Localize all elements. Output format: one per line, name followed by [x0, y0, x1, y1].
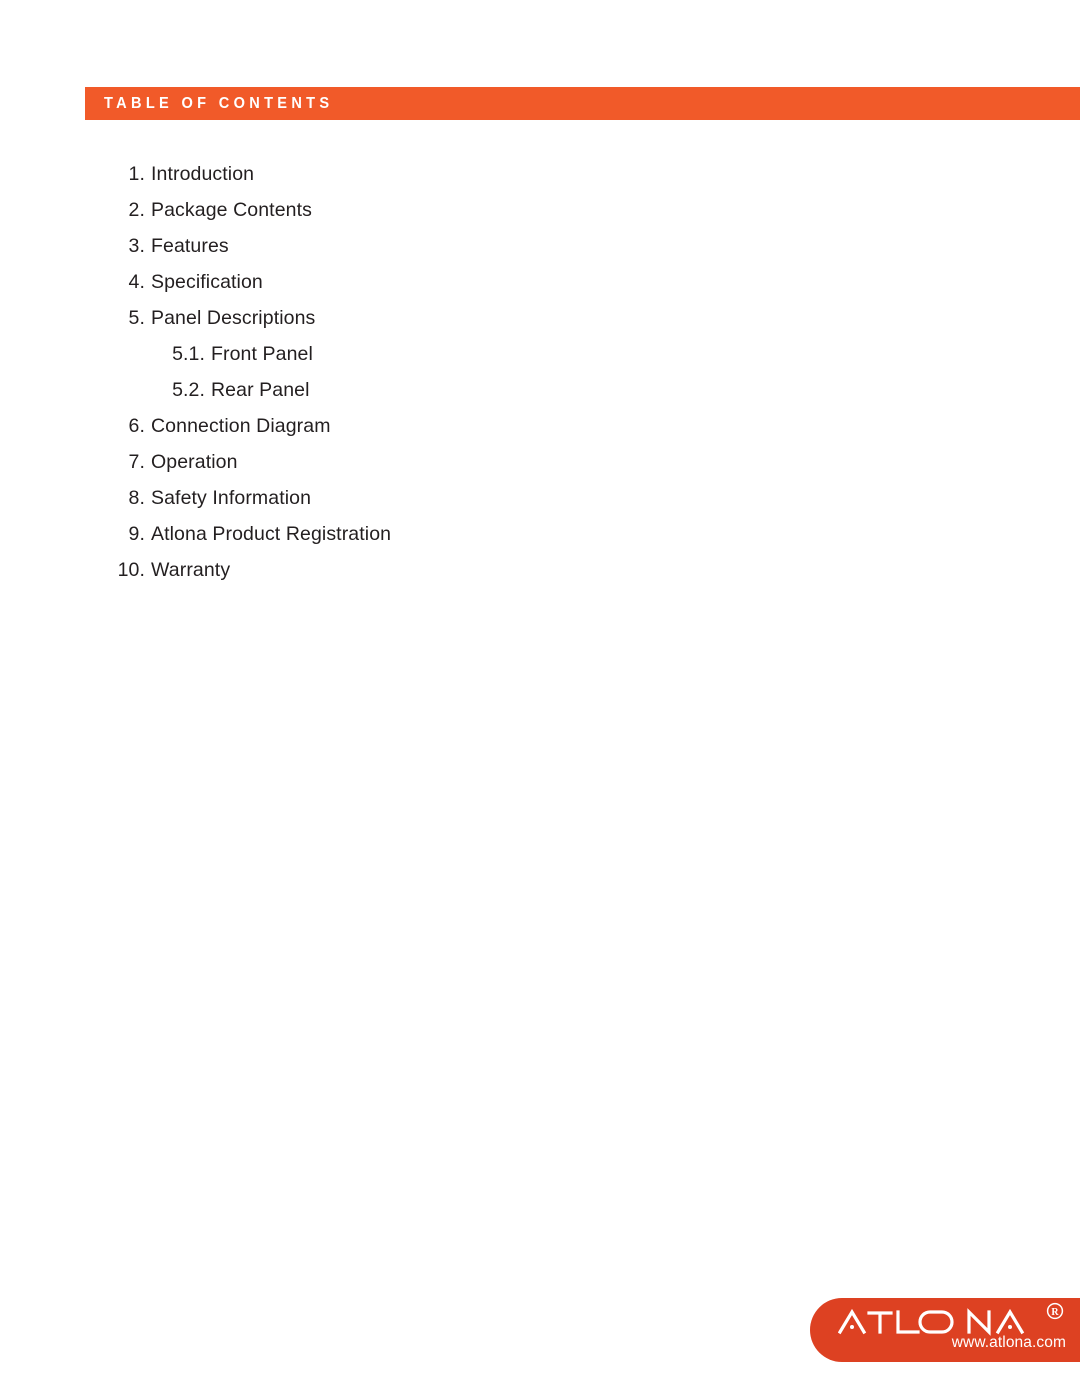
- toc-leader-area: ........................................…: [311, 468, 1080, 504]
- toc-entry-number: 9.: [128, 523, 145, 545]
- website-url: www.atlona.com: [951, 1334, 1066, 1351]
- toc-leader-area: ........................................…: [391, 504, 1080, 540]
- toc-dot-leader: ........................................…: [943, 367, 1080, 368]
- toc-entry-number: 3.: [128, 235, 145, 257]
- toc-entry-label: Specification: [151, 271, 263, 293]
- toc-entry[interactable]: 1. Introduction..........................…: [0, 144, 1080, 185]
- toc-entry-label: Features: [151, 235, 229, 257]
- toc-entry-number: 2.: [128, 199, 145, 221]
- toc-entry-label: Warranty: [151, 559, 231, 581]
- table-of-contents-list: 1. Introduction..........................…: [0, 144, 1080, 581]
- toc-entry-label: Operation: [151, 451, 238, 473]
- page-title: TABLE OF CONTENTS: [104, 94, 334, 112]
- toc-leader-area: ........................................…: [315, 288, 1080, 324]
- toc-entry-label: Introduction: [151, 163, 255, 185]
- toc-leader-area: ........................................…: [238, 432, 1080, 468]
- registered-trademark-icon: R: [1046, 1302, 1064, 1320]
- toc-dot-leader: ........................................…: [964, 403, 1080, 404]
- toc-dot-leader: ........................................…: [944, 475, 1080, 476]
- toc-leader-area: ........................................…: [254, 144, 1080, 180]
- toc-dot-leader: ........................................…: [1024, 511, 1080, 512]
- toc-entry-number: 5.: [128, 307, 145, 329]
- atlona-wordmark-icon: [837, 1306, 1050, 1336]
- toc-dot-leader: ........................................…: [896, 259, 1080, 260]
- toc-entry-number: 4.: [128, 271, 145, 293]
- toc-dot-leader: ........................................…: [948, 295, 1080, 296]
- toc-dot-leader: ........................................…: [871, 439, 1080, 440]
- toc-entry-number: 10.: [117, 559, 145, 581]
- toc-leader-area: ........................................…: [263, 252, 1080, 288]
- table-of-contents-header-bar: TABLE OF CONTENTS: [85, 87, 1080, 120]
- toc-dot-leader: ........................................…: [946, 331, 1080, 332]
- toc-dot-leader: ........................................…: [862, 223, 1080, 224]
- toc-dot-leader: ........................................…: [863, 547, 1080, 548]
- toc-entry-number: 8.: [128, 487, 145, 509]
- toc-entry-label: Panel Descriptions: [151, 307, 316, 329]
- toc-entry-number: 5.2.: [172, 379, 205, 401]
- toc-entry-number: 1.: [128, 163, 145, 185]
- toc-entry-number: 7.: [128, 451, 145, 473]
- toc-entry-label: Front Panel: [211, 343, 313, 365]
- atlona-logo-panel: R www.atlona.com: [810, 1298, 1080, 1362]
- toc-leader-area: ........................................…: [312, 180, 1080, 216]
- toc-entry-label: Safety Information: [151, 487, 312, 509]
- svg-text:R: R: [1051, 1307, 1059, 1318]
- toc-leader-area: ........................................…: [331, 396, 1080, 432]
- toc-entry-number: 6.: [128, 415, 145, 437]
- toc-dot-leader: ........................................…: [887, 151, 1080, 152]
- toc-leader-area: ........................................…: [229, 216, 1080, 252]
- toc-leader-area: ........................................…: [313, 324, 1080, 360]
- toc-dot-leader: ........................................…: [945, 187, 1080, 188]
- toc-entry-number: 5.1.: [172, 343, 205, 365]
- toc-entry-label: Rear Panel: [211, 379, 310, 401]
- toc-leader-area: ........................................…: [230, 540, 1080, 576]
- toc-leader-area: ........................................…: [310, 360, 1080, 396]
